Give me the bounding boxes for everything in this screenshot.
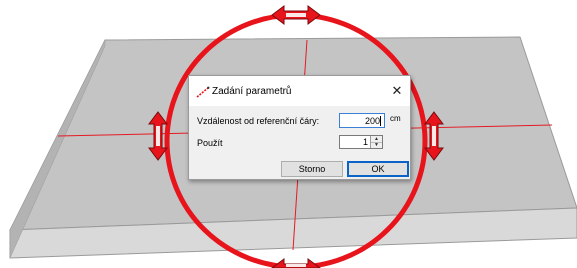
use-stepper[interactable]: 1 ▲ ▼ bbox=[339, 135, 383, 149]
dialog-title: Zadání parametrů bbox=[212, 86, 292, 97]
pencil-icon bbox=[196, 86, 210, 98]
resize-handle-icon[interactable] bbox=[271, 5, 321, 25]
dialog-titlebar[interactable]: Zadání parametrů ✕ bbox=[189, 76, 410, 106]
viewport: Zadání parametrů ✕ Vzdálenost od referen… bbox=[0, 0, 577, 268]
resize-handle-icon[interactable] bbox=[271, 258, 321, 268]
distance-label: Vzdálenost od referenční čáry: bbox=[197, 116, 320, 126]
use-label: Použít bbox=[197, 138, 223, 148]
ok-button[interactable]: OK bbox=[347, 161, 409, 177]
cancel-button[interactable]: Storno bbox=[281, 161, 343, 177]
text-caret bbox=[380, 116, 381, 126]
distance-value: 200 bbox=[364, 116, 380, 126]
use-value: 1 bbox=[362, 137, 368, 147]
distance-unit: cm bbox=[390, 114, 401, 123]
spin-down-icon[interactable]: ▼ bbox=[371, 142, 382, 148]
parameters-dialog: Zadání parametrů ✕ Vzdálenost od referen… bbox=[188, 75, 411, 180]
spin-buttons: ▲ ▼ bbox=[370, 136, 382, 148]
close-icon[interactable]: ✕ bbox=[390, 84, 404, 98]
distance-input[interactable]: 200 bbox=[339, 113, 385, 128]
